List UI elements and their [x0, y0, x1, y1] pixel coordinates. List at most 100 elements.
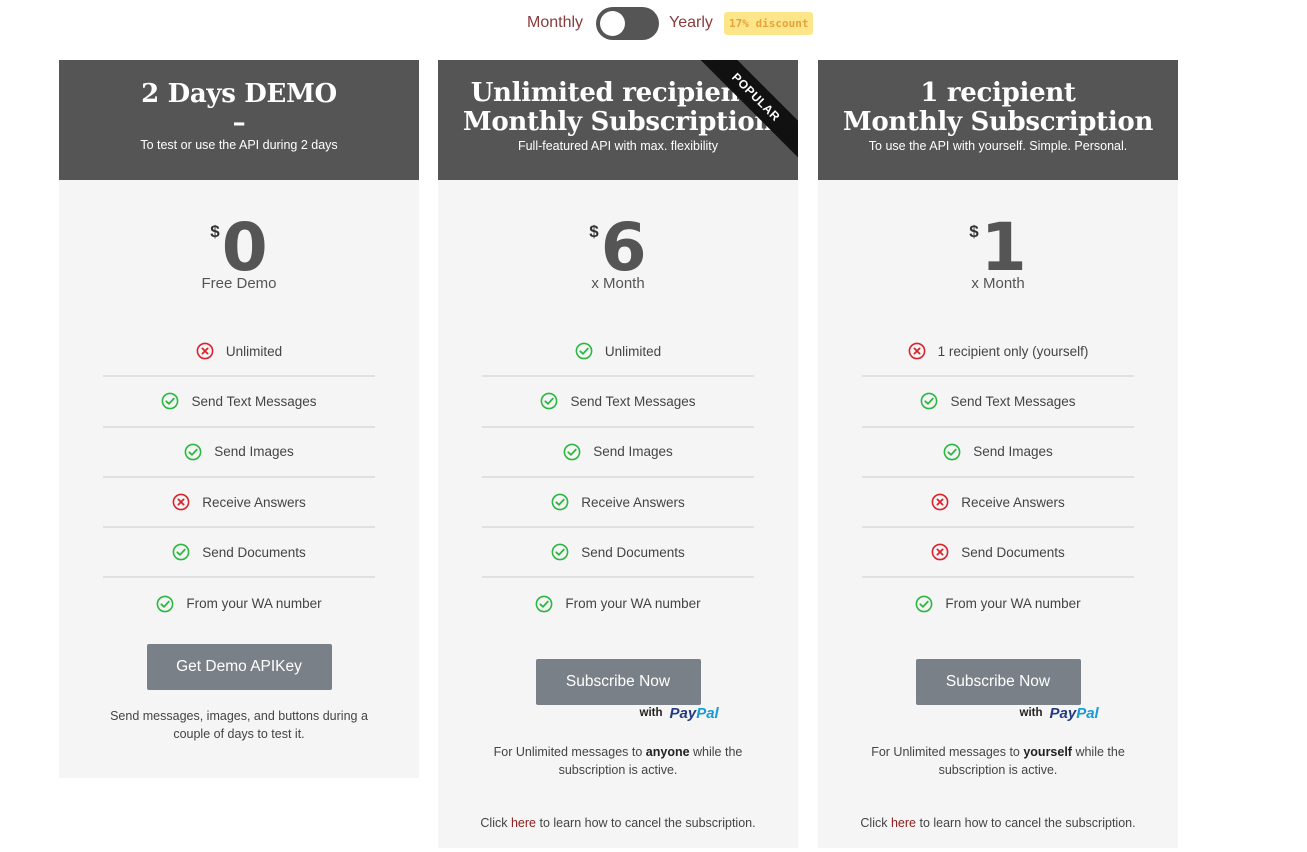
- plan-card-unlimited: Unlimited recipients Monthly Subscriptio…: [438, 60, 798, 848]
- feature-label: Send Images: [593, 444, 673, 460]
- feature-label: Send Text Messages: [570, 393, 696, 409]
- plan-title-line: 1 recipient: [920, 78, 1076, 108]
- cancel-text: Click: [860, 815, 891, 830]
- note-text: For Unlimited messages to: [871, 744, 1024, 759]
- check-circle-icon: [943, 443, 961, 461]
- feature-item: Unlimited: [482, 327, 754, 378]
- price-amount: 1: [980, 209, 1027, 286]
- feature-item: Receive Answers: [862, 478, 1134, 529]
- cross-circle-icon: [172, 493, 190, 511]
- feature-label: From your WA number: [186, 596, 322, 612]
- cancel-help-link[interactable]: here: [891, 816, 916, 830]
- plan-note: Send messages, images, and buttons durin…: [110, 708, 368, 741]
- feature-item: From your WA number: [862, 578, 1134, 628]
- feature-label: Receive Answers: [581, 494, 685, 510]
- feature-label: Send Documents: [202, 544, 306, 560]
- price: $1: [818, 209, 1178, 286]
- paypal-logo-pal: Pal: [1076, 704, 1099, 722]
- feature-item: Receive Answers: [103, 478, 375, 529]
- cross-circle-icon: [931, 493, 949, 511]
- feature-list: 1 recipient only (yourself) Send Text Mes…: [862, 327, 1134, 629]
- plan-card-demo: 2 Days DEMO – To test or use the API dur…: [59, 60, 419, 778]
- yearly-label[interactable]: Yearly: [669, 14, 713, 32]
- note-text: For Unlimited messages to: [493, 744, 646, 759]
- subscribe-now-button[interactable]: Subscribe Now: [535, 658, 701, 705]
- cancel-info: Click here to learn how to cancel the su…: [438, 816, 798, 830]
- plan-title-line: 2 Days DEMO: [141, 79, 337, 109]
- feature-item: Unlimited: [103, 327, 375, 378]
- feature-item: Send Documents: [482, 528, 754, 579]
- check-circle-icon: [920, 392, 938, 410]
- feature-item: Send Text Messages: [482, 377, 754, 428]
- price: $0: [59, 209, 419, 286]
- feature-item: 1 recipient only (yourself): [862, 327, 1134, 378]
- cross-circle-icon: [196, 342, 214, 360]
- discount-badge: 17% discount: [724, 12, 814, 35]
- currency-symbol: $: [210, 222, 220, 241]
- price-period: Free Demo: [201, 275, 277, 292]
- feature-label: Unlimited: [225, 343, 283, 359]
- feature-item: From your WA number: [103, 578, 375, 628]
- feature-label: Send Text Messages: [950, 393, 1076, 409]
- cross-circle-icon: [908, 342, 926, 360]
- paypal-logo-pay: Pay: [669, 704, 697, 722]
- feature-label: Send Documents: [581, 544, 685, 560]
- feature-item: Send Images: [862, 428, 1134, 478]
- monthly-label[interactable]: Monthly: [527, 14, 583, 32]
- plan-note: For Unlimited messages to yourself while…: [818, 743, 1178, 779]
- feature-item: Send Images: [103, 428, 375, 478]
- plan-header: 1 recipient Monthly Subscription To use …: [818, 60, 1178, 180]
- switch-knob: [600, 11, 625, 36]
- feature-item: Send Images: [482, 428, 754, 478]
- plan-title-line: –: [232, 108, 246, 138]
- cross-circle-icon: [931, 543, 949, 561]
- plan-title: 2 Days DEMO –: [59, 60, 419, 138]
- check-circle-icon: [161, 392, 179, 410]
- price-block: $1 x Month: [818, 180, 1178, 300]
- check-circle-icon: [172, 543, 190, 561]
- feature-label: 1 recipient only (yourself): [937, 343, 1089, 359]
- feature-label: Receive Answers: [961, 494, 1065, 510]
- feature-list: Unlimited Send Text Messages Send Images Re…: [482, 327, 754, 629]
- check-circle-icon: [551, 543, 569, 561]
- billing-toggle-bar: Monthly Yearly 17% discount: [0, 7, 1307, 41]
- paypal-logo-pay: Pay: [1049, 704, 1077, 722]
- feature-label: From your WA number: [945, 596, 1081, 612]
- note-emphasis: yourself: [1023, 744, 1072, 759]
- price-amount: 0: [221, 209, 268, 286]
- check-circle-icon: [184, 443, 202, 461]
- feature-label: Unlimited: [604, 343, 662, 359]
- subscribe-now-button[interactable]: Subscribe Now: [915, 658, 1081, 705]
- check-circle-icon: [540, 392, 558, 410]
- plan-note: For Unlimited messages to anyone while t…: [438, 743, 798, 779]
- get-demo-apikey-button[interactable]: Get Demo APIKey: [146, 643, 332, 690]
- feature-label: From your WA number: [565, 596, 701, 612]
- feature-item: Send Text Messages: [103, 377, 375, 428]
- check-circle-icon: [551, 493, 569, 511]
- feature-item: Send Documents: [103, 528, 375, 579]
- price-amount: 6: [600, 209, 647, 286]
- price-block: $0 Free Demo: [59, 180, 419, 300]
- plan-card-single-recipient: 1 recipient Monthly Subscription To use …: [818, 60, 1178, 848]
- popular-ribbon-label: POPULAR: [698, 60, 798, 160]
- price: $6: [438, 209, 798, 286]
- price-block: $6 x Month: [438, 180, 798, 300]
- popular-ribbon: POPULAR: [698, 60, 798, 160]
- plan-header: 2 Days DEMO – To test or use the API dur…: [59, 60, 419, 180]
- feature-item: Send Text Messages: [862, 377, 1134, 428]
- feature-item: Send Documents: [862, 528, 1134, 579]
- check-circle-icon: [915, 595, 933, 613]
- price-period: x Month: [591, 275, 645, 292]
- feature-label: Receive Answers: [202, 494, 306, 510]
- cancel-help-link[interactable]: here: [511, 816, 536, 830]
- check-circle-icon: [535, 595, 553, 613]
- feature-label: Send Images: [214, 444, 294, 460]
- billing-period-switch[interactable]: [596, 7, 659, 40]
- paypal-logo: PayPal: [1050, 705, 1099, 723]
- check-circle-icon: [563, 443, 581, 461]
- paypal-badge: with PayPal: [536, 704, 719, 729]
- cancel-text: to learn how to cancel the subscription.: [916, 815, 1136, 830]
- check-circle-icon: [575, 342, 593, 360]
- check-circle-icon: [156, 595, 174, 613]
- feature-list: Unlimited Send Text Messages Send Images Re…: [103, 327, 375, 629]
